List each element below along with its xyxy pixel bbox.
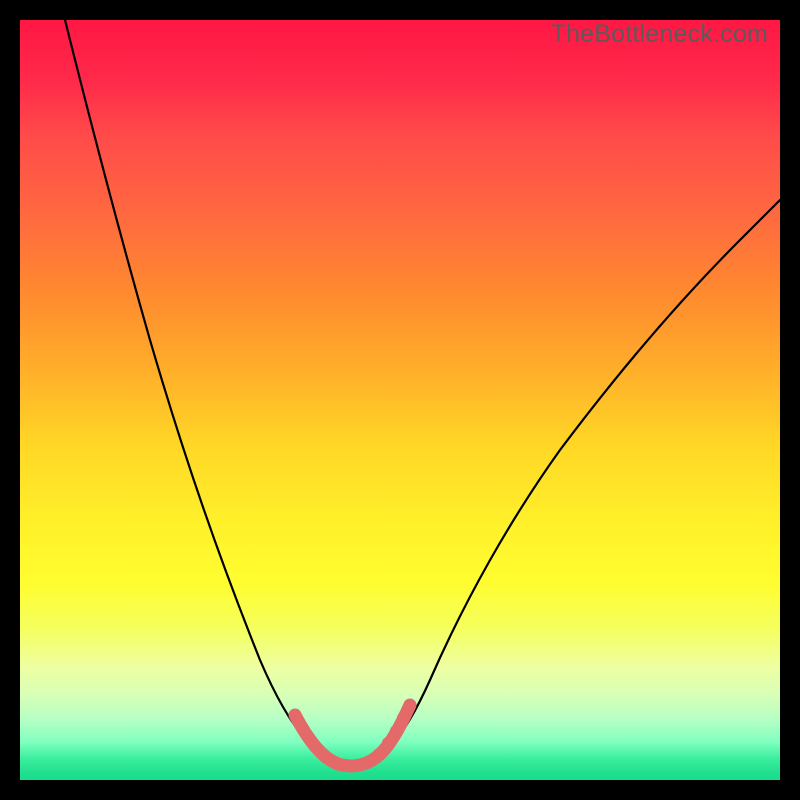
watermark-text: TheBottleneck.com bbox=[551, 20, 768, 49]
chart-frame: TheBottleneck.com bbox=[20, 20, 780, 780]
bottleneck-curve-svg bbox=[20, 20, 780, 780]
bottleneck-curve-path bbox=[65, 20, 780, 765]
